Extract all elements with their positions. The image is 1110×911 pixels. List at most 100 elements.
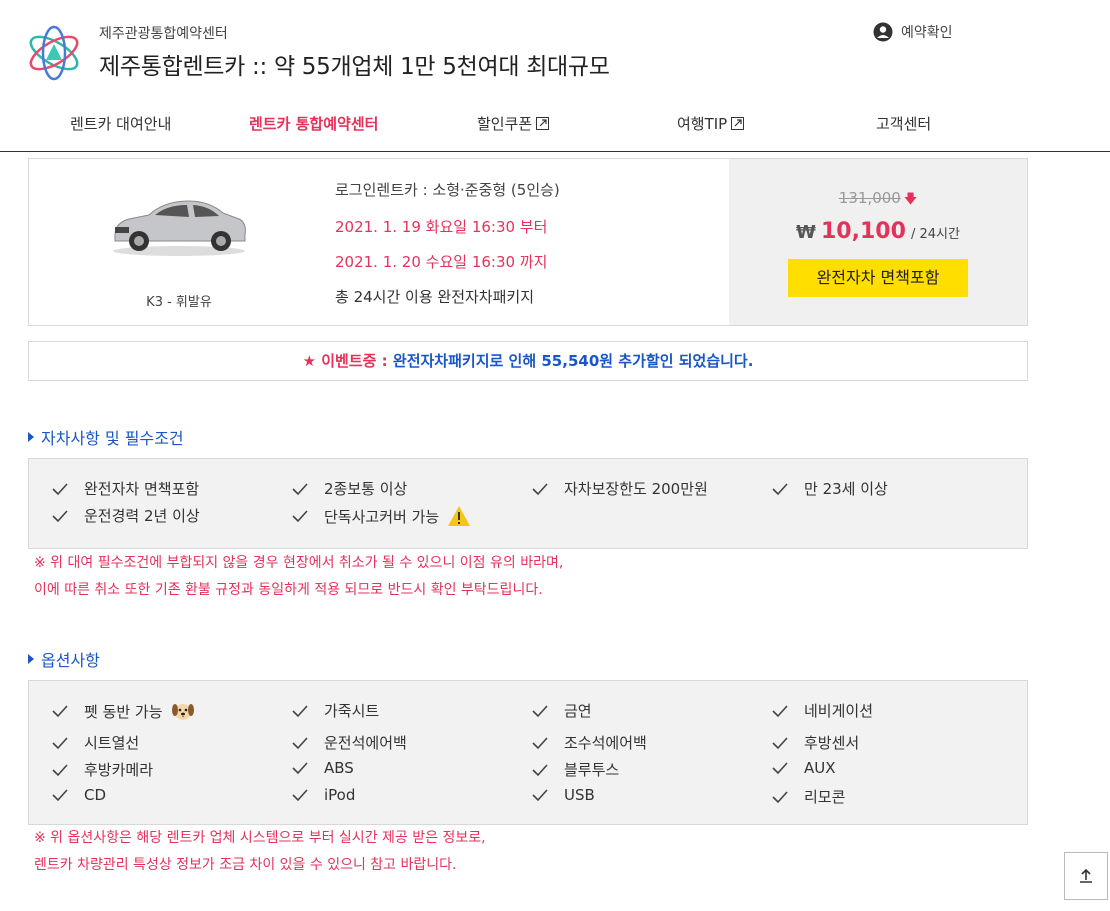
conditions-box: [28, 458, 1028, 549]
check-icon: [532, 704, 548, 717]
check-icon: [52, 705, 68, 718]
conditions-notice: ※ 위 대여 필수조건에 부합되지 않을 경우 현장에서 취소가 될 수 있으니…: [34, 550, 563, 604]
list-item-label: 자차보장한도 200만원: [564, 480, 708, 498]
list-item-label: 단독사고커버 가능: [324, 507, 440, 526]
nav-label: 렌트카 통합예약센터: [249, 115, 379, 133]
rental-total: 총 24시간 이용 완전자차패키지: [335, 288, 534, 306]
dog-icon: [171, 704, 194, 720]
list-item-label: 금연: [564, 702, 592, 720]
car-image: [113, 200, 246, 256]
reservation-check-label: 예약확인: [901, 25, 953, 41]
list-item-label: 리모콘: [804, 788, 846, 806]
check-icon: [772, 704, 788, 717]
options-section-title: 옵션사항: [28, 647, 100, 671]
original-price-value: 131,000: [838, 189, 901, 207]
price-panel: 131,000 🡇 ₩ 10,100 / 24시간 완전자차 면책포함: [729, 159, 1027, 325]
list-item: 금연: [532, 700, 592, 721]
section-title-label: 옵션사항: [41, 651, 100, 670]
page-title: 제주통합렌트카 :: 약 55개업체 1만 5천여대 최대규모: [99, 54, 610, 80]
arrow-down-icon: 🡇: [903, 192, 918, 207]
check-icon: [772, 790, 788, 803]
list-item-label: 네비게이션: [804, 702, 874, 720]
list-item: 리모콘: [772, 786, 845, 807]
triangle-right-icon: [28, 654, 34, 664]
nav-travel-tip[interactable]: 여행TIP: [677, 113, 745, 134]
notice-line: ※ 위 대여 필수조건에 부합되지 않을 경우 현장에서 취소가 될 수 있으니…: [34, 555, 564, 571]
star-icon: ★: [302, 352, 317, 370]
nav-discount-coupon[interactable]: 할인쿠폰: [477, 113, 550, 134]
nav-label: 고객센터: [876, 115, 932, 133]
event-amount: 55,540원: [541, 352, 614, 370]
site-subtitle: 제주관광통합예약센터: [99, 26, 228, 42]
list-item: AUX: [772, 759, 836, 777]
check-icon: [52, 509, 68, 522]
list-item: 2종보통 이상: [292, 478, 407, 499]
external-link-icon: [536, 117, 550, 130]
check-icon: [52, 736, 68, 749]
list-item: ABS: [292, 759, 354, 777]
price-amount: 10,100: [820, 219, 906, 244]
rental-end: 2021. 1. 20 수요일 16:30 까지: [335, 253, 548, 271]
list-item-label: 운전경력 2년 이상: [84, 507, 200, 525]
check-icon: [52, 789, 68, 802]
reservation-check-link[interactable]: 예약확인: [873, 22, 953, 42]
list-item: 만 23세 이상: [772, 478, 888, 499]
list-item-label: 후방카메라: [84, 761, 154, 779]
rental-start: 2021. 1. 19 화요일 16:30 부터: [335, 218, 548, 236]
list-item: 후방센서: [772, 732, 859, 753]
list-item-label: 2종보통 이상: [324, 480, 408, 498]
check-icon: [532, 482, 548, 495]
event-prefix: 이벤트중 :: [321, 352, 388, 370]
notice-line: 이에 따른 취소 또한 기존 환불 규정과 동일하게 적용 되므로 반드시 확인…: [34, 582, 543, 598]
check-icon: [52, 482, 68, 495]
event-text-end: 추가할인 되었습니다.: [618, 352, 754, 370]
nav-label: 렌트카 대여안내: [70, 115, 172, 133]
check-icon: [292, 789, 308, 802]
event-banner: ★ 이벤트중 : 완전자차패키지로 인해 55,540원 추가할인 되었습니다.: [28, 341, 1028, 381]
arrow-up-icon: [1080, 868, 1092, 883]
car-summary-card: K3 - 휘발유 로그인렌트카 : 소형·준중형 (5인승) 2021. 1. …: [28, 158, 1028, 326]
list-item-label: 시트열선: [84, 734, 140, 752]
list-item-label: USB: [564, 786, 595, 804]
rental-info: 로그인렌트카 : 소형·준중형 (5인승) 2021. 1. 19 화요일 16…: [335, 179, 560, 321]
options-notice: ※ 위 옵션사항은 해당 렌트카 업체 시스템으로 부터 실시간 제공 받은 정…: [34, 825, 486, 879]
main-nav: 렌트카 대여안내 렌트카 통합예약센터 할인쿠폰 여행TIP 고객센터: [0, 105, 1110, 145]
list-item-label: iPod: [324, 786, 356, 804]
list-item: 운전경력 2년 이상: [52, 505, 200, 526]
check-icon: [292, 704, 308, 717]
notice-line: ※ 위 옵션사항은 해당 렌트카 업체 시스템으로 부터 실시간 제공 받은 정…: [34, 830, 486, 846]
car-model-name: K3 - 휘발유: [146, 295, 212, 310]
list-item: 조수석에어백: [532, 732, 647, 753]
list-item: CD: [52, 786, 106, 804]
nav-customer-center[interactable]: 고객센터: [876, 113, 931, 134]
scroll-top-button[interactable]: [1064, 852, 1108, 900]
section-title-label: 자차사항 및 필수조건: [41, 429, 184, 448]
nav-reservation-center[interactable]: 렌트카 통합예약센터: [249, 113, 378, 134]
list-item: 후방카메라: [52, 759, 153, 780]
external-link-icon: [731, 117, 745, 130]
list-item-label: 만 23세 이상: [804, 480, 888, 498]
list-item-label: ABS: [324, 759, 354, 777]
nav-rental-guide[interactable]: 렌트카 대여안내: [70, 113, 171, 134]
list-item-label: AUX: [804, 759, 836, 777]
list-item: iPod: [292, 786, 355, 804]
list-item: 자차보장한도 200만원: [532, 478, 708, 499]
check-icon: [772, 482, 788, 495]
sale-price: ₩ 10,100 / 24시간: [729, 219, 1027, 244]
nav-label: 할인쿠폰: [477, 115, 533, 133]
list-item-label: 블루투스: [564, 761, 620, 779]
insurance-badge: 완전자차 면책포함: [788, 259, 968, 297]
check-icon: [772, 736, 788, 749]
check-icon: [772, 762, 788, 775]
list-item: 네비게이션: [772, 700, 873, 721]
price-period: / 24시간: [910, 227, 960, 242]
original-price: 131,000 🡇: [729, 189, 1027, 212]
list-item: 블루투스: [532, 759, 619, 780]
list-item: 시트열선: [52, 732, 139, 753]
list-item-label: 펫 동반 가능: [84, 702, 163, 721]
check-icon: [532, 736, 548, 749]
logo-icon[interactable]: [26, 24, 82, 82]
check-icon: [292, 736, 308, 749]
list-item-label: 운전석에어백: [324, 734, 407, 752]
check-icon: [532, 789, 548, 802]
